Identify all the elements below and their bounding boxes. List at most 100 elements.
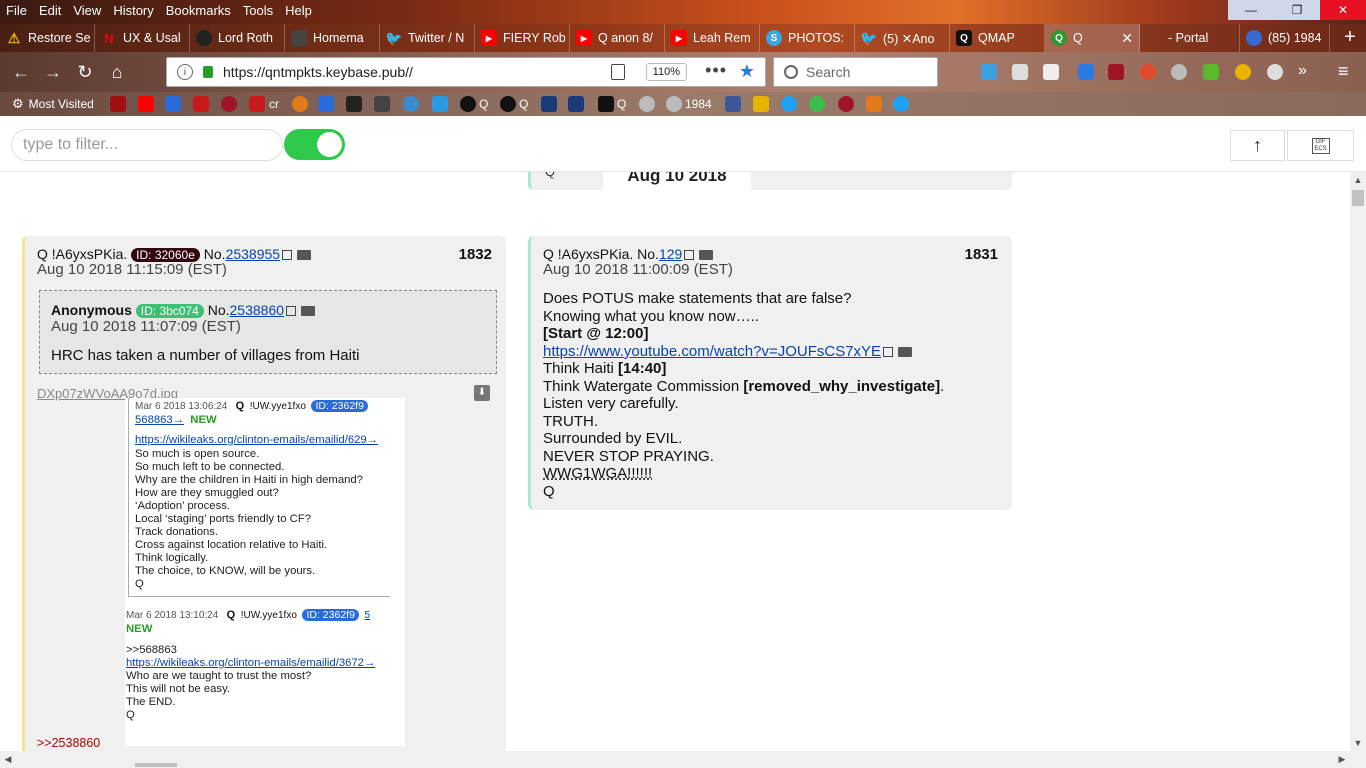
tab-lord-roth[interactable]: Lord Roth	[190, 24, 285, 52]
youtube-link[interactable]: https://www.youtube.com/watch?v=JOUFsCS7…	[543, 343, 881, 360]
info-icon[interactable]: i	[177, 64, 193, 80]
filter-input[interactable]: type to filter...	[11, 129, 283, 161]
folder-icon[interactable]	[297, 250, 312, 260]
zoom-level[interactable]: 110%	[645, 63, 687, 81]
close-window-button[interactable]: ✕	[1320, 0, 1366, 20]
url-bar[interactable]: i https://qntmpkts.keybase.pub// 110% ••…	[166, 57, 766, 87]
bookmark-q[interactable]: Q	[460, 96, 488, 112]
folder-icon[interactable]	[301, 306, 316, 316]
bookmark-icon[interactable]	[838, 96, 854, 112]
reload-button[interactable]: ↻	[72, 60, 98, 84]
extension-icon[interactable]	[1267, 64, 1283, 80]
scroll-up-icon[interactable]: ▲	[1350, 172, 1366, 188]
download-icon[interactable]	[981, 64, 997, 80]
reader-view-icon[interactable]	[611, 64, 625, 80]
tab-photos[interactable]: S PHOTOS:	[760, 24, 855, 52]
rss-icon[interactable]	[866, 96, 882, 112]
external-link-icon[interactable]	[883, 346, 894, 357]
bookmark-q[interactable]: Q	[500, 96, 528, 112]
extension-icon[interactable]	[1171, 64, 1187, 80]
hamburger-menu-icon[interactable]: ≡	[1338, 61, 1349, 82]
extension-badge-icon[interactable]	[1078, 64, 1094, 80]
bookmark-icon[interactable]	[753, 96, 769, 112]
scroll-left-icon[interactable]: ◀	[0, 751, 16, 768]
backlink[interactable]: >>2538860	[37, 736, 100, 750]
twitter-icon[interactable]	[893, 96, 909, 112]
globe-icon[interactable]	[639, 96, 655, 112]
bookmark-icon[interactable]	[292, 96, 308, 112]
scroll-down-icon[interactable]: ▼	[1350, 735, 1366, 751]
tab-1984[interactable]: (85) 1984	[1240, 24, 1330, 52]
tab-qmap[interactable]: Q QMAP	[950, 24, 1045, 52]
tab-homema[interactable]: Homema	[285, 24, 380, 52]
tab-q-anon[interactable]: ▶ Q anon 8/	[570, 24, 665, 52]
gif-button[interactable]: GIF ECS	[1287, 130, 1354, 161]
facebook-icon[interactable]	[725, 96, 741, 112]
youtube-icon[interactable]	[138, 96, 154, 112]
new-tab-button[interactable]: +	[1338, 26, 1362, 50]
external-link-icon[interactable]	[286, 306, 297, 316]
extension-icon[interactable]	[1140, 64, 1156, 80]
bookmark-icon[interactable]	[221, 96, 237, 112]
download-icon[interactable]: ⬇	[474, 385, 490, 401]
bookmark-icon[interactable]	[541, 96, 557, 112]
overflow-chevron-icon[interactable]: »	[1298, 62, 1307, 80]
home-button[interactable]: ⌂	[104, 60, 130, 84]
extension-icon[interactable]	[1203, 64, 1219, 80]
external-link-icon[interactable]	[282, 250, 293, 260]
forward-button[interactable]: →	[40, 60, 66, 84]
horizontal-scrollbar[interactable]: ◀ ▶	[0, 751, 1366, 768]
bookmark-icon[interactable]	[374, 96, 390, 112]
menu-history[interactable]: History	[107, 1, 159, 21]
twitter-icon[interactable]	[781, 96, 797, 112]
back-button[interactable]: ←	[8, 60, 34, 84]
bookmark-star-icon[interactable]: ★	[739, 61, 755, 82]
ublock-icon[interactable]	[1108, 64, 1124, 80]
bookmark-icon[interactable]	[110, 96, 126, 112]
scroll-thumb[interactable]	[135, 763, 177, 767]
search-box[interactable]: Search	[773, 57, 938, 87]
frog-icon[interactable]	[809, 96, 825, 112]
tab-restore-session[interactable]: ⚠ Restore Se	[0, 24, 95, 52]
maple-leaf-icon[interactable]	[193, 96, 209, 112]
sidebar-icon[interactable]	[1043, 64, 1059, 80]
bookmark-icon[interactable]	[432, 96, 448, 112]
bookmark-icon[interactable]	[346, 96, 362, 112]
tab-ux[interactable]: N UX & Usal	[95, 24, 190, 52]
menu-edit[interactable]: Edit	[33, 1, 67, 21]
external-link-icon[interactable]	[684, 250, 695, 260]
extension-icon[interactable]	[1235, 64, 1251, 80]
scroll-thumb[interactable]	[1352, 190, 1364, 206]
filter-toggle[interactable]	[284, 129, 345, 160]
folder-icon[interactable]	[699, 250, 714, 260]
url-text[interactable]: https://qntmpkts.keybase.pub//	[223, 64, 413, 80]
bookmark-q[interactable]: Q	[598, 96, 626, 112]
menu-help[interactable]: Help	[279, 1, 318, 21]
tab-q-active[interactable]: Q Q ✕	[1045, 24, 1140, 52]
library-icon[interactable]	[1012, 64, 1028, 80]
most-visited-folder[interactable]: ⚙ Most Visited	[12, 96, 94, 112]
tab-twitter[interactable]: 🐦 Twitter / N	[380, 24, 475, 52]
minimize-button[interactable]: —	[1228, 0, 1274, 20]
vertical-scrollbar[interactable]: ▲ ▼	[1350, 172, 1366, 751]
maximize-button[interactable]: ❐	[1274, 0, 1320, 20]
post-number-link[interactable]: 129	[659, 246, 682, 262]
bookmark-icon[interactable]	[568, 96, 584, 112]
menu-view[interactable]: View	[67, 1, 107, 21]
tab-anon[interactable]: 🐦 (5) ✕Ano	[855, 24, 950, 52]
tab-leah-rem[interactable]: ▶ Leah Rem	[665, 24, 760, 52]
tab-fiery[interactable]: ▶ FIERY Rob	[475, 24, 570, 52]
menu-bookmarks[interactable]: Bookmarks	[160, 1, 237, 21]
menu-file[interactable]: File	[0, 1, 33, 21]
folder-icon[interactable]	[898, 346, 913, 357]
scroll-right-icon[interactable]: ▶	[1334, 751, 1350, 768]
menu-tools[interactable]: Tools	[237, 1, 279, 21]
post-number-link[interactable]: 2538955	[226, 246, 281, 262]
bookmark-cr[interactable]: cr	[249, 96, 279, 112]
bookmark-icon[interactable]	[403, 96, 419, 112]
quoted-number-link[interactable]: 2538860	[230, 302, 285, 318]
scroll-top-button[interactable]: ↑	[1230, 130, 1285, 161]
page-actions-icon[interactable]: •••	[705, 60, 727, 81]
close-tab-icon[interactable]: ✕	[1121, 30, 1133, 47]
bookmark-icon[interactable]	[318, 96, 334, 112]
